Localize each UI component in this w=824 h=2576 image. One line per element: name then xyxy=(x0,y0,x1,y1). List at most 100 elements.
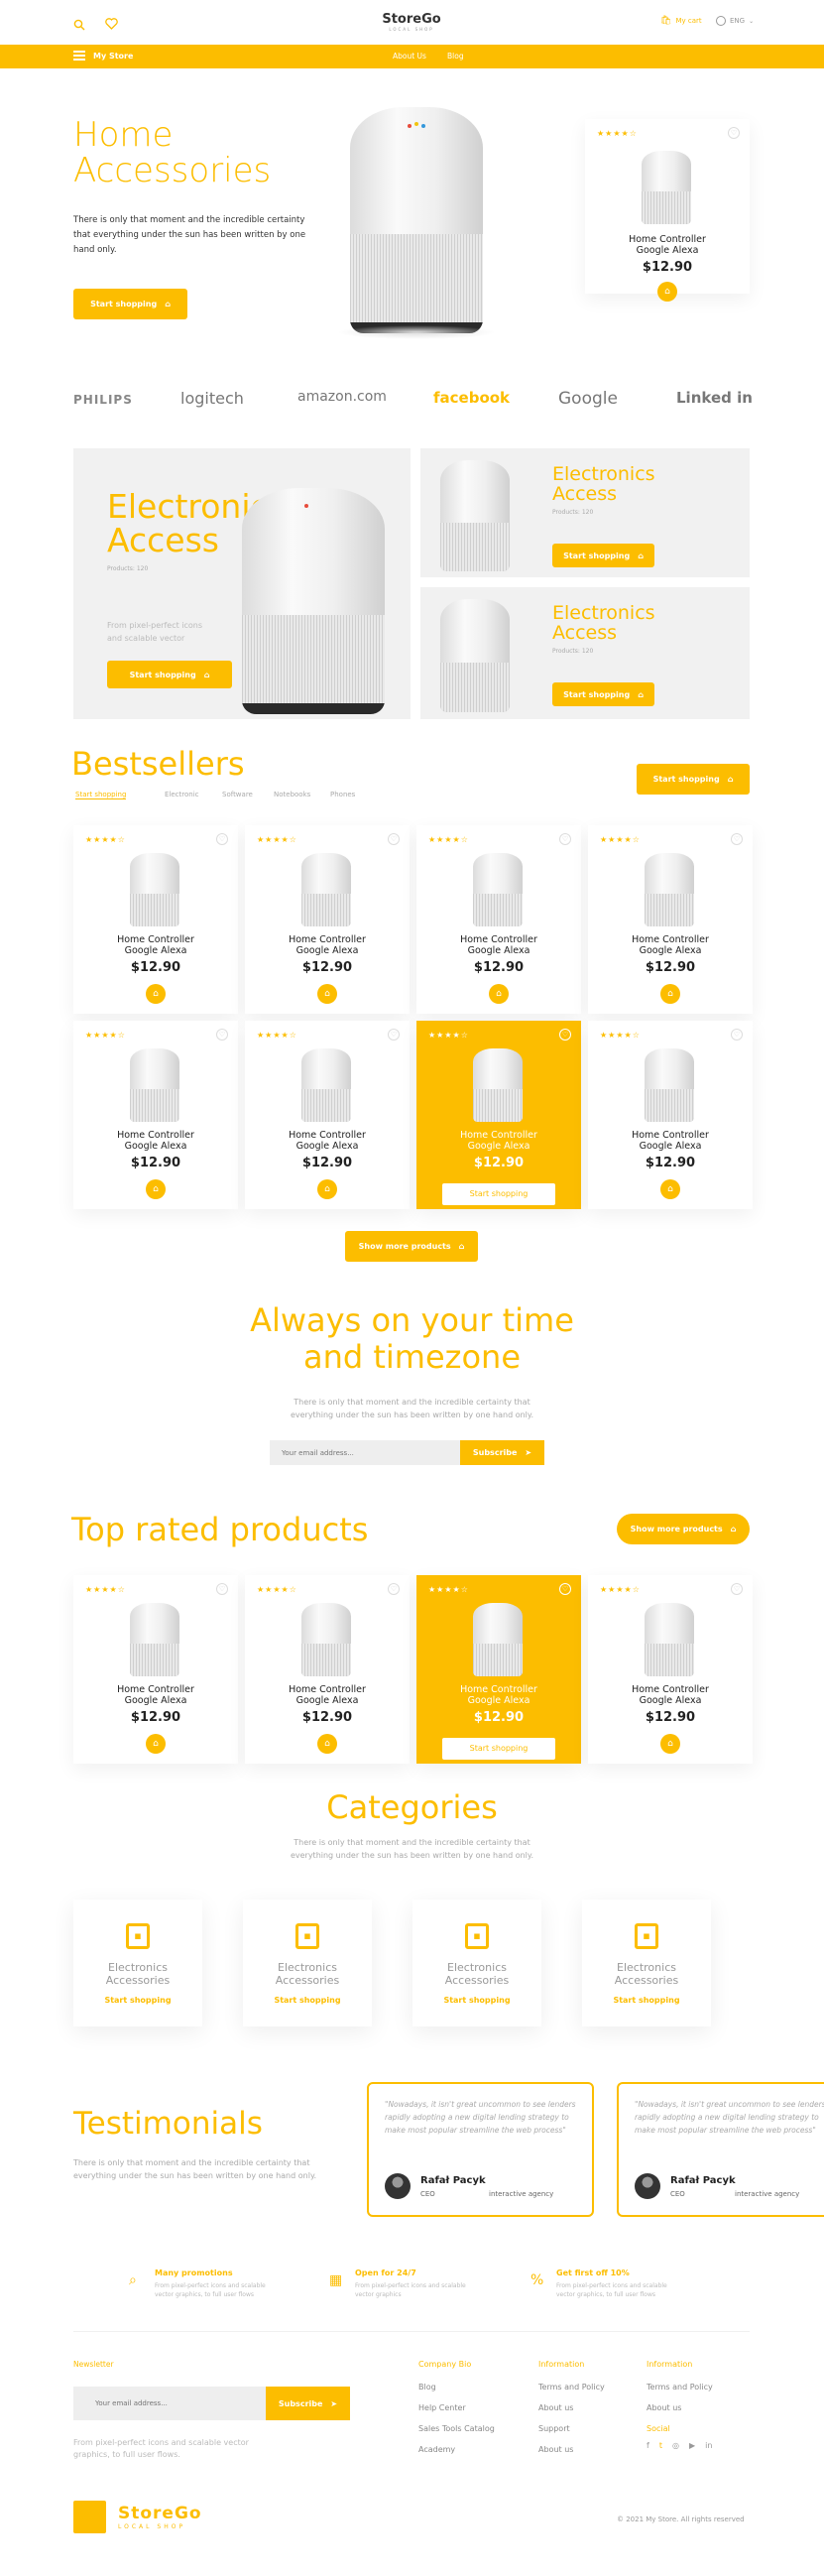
hero-start-shopping-button[interactable]: Start shopping ⌂ xyxy=(73,289,187,319)
add-to-cart-icon[interactable]: ⌂ xyxy=(317,984,337,1004)
category-link[interactable]: Start shopping xyxy=(243,1996,372,2005)
tab-start-shopping[interactable]: Start shopping xyxy=(75,791,127,799)
product-card[interactable]: ★★★★☆ ♡ Home Controller Google Alexa $12.90 ⌂ xyxy=(588,1575,753,1764)
show-more-products-button[interactable]: Show more products ⌂ xyxy=(345,1231,478,1262)
product-card[interactable]: ★★★★☆ ♡ Home Controller Google Alexa $12.90 ⌂ xyxy=(245,1021,410,1209)
product-card[interactable]: ★★★★☆ ♡ Home Controller Google Alexa $12.90 ⌂ xyxy=(73,825,238,1014)
promo-big-button[interactable]: Start shopping ⌂ xyxy=(107,661,232,688)
footer-link[interactable]: About us xyxy=(647,2403,713,2412)
product-card[interactable]: ★★★★☆ ♡ Home Controller Google Alexa $12.90 S… xyxy=(416,1021,581,1209)
my-cart-link[interactable]: 🛍 My cart xyxy=(660,16,702,26)
promo-small-2[interactable]: Electronics Access Products: 120 Start s… xyxy=(420,587,750,719)
testimonials-title: Testimonials xyxy=(73,2106,263,2142)
footer-link[interactable]: Terms and Policy xyxy=(647,2383,713,2392)
favorite-icon[interactable]: ♡ xyxy=(216,833,228,845)
product-image xyxy=(301,1048,351,1122)
add-to-cart-icon[interactable]: ⌂ xyxy=(146,1179,166,1199)
favorite-icon[interactable]: ♡ xyxy=(728,127,740,139)
category-card[interactable]: ▪ Electronics Accessories Start shopping xyxy=(243,1900,372,2026)
footer-link[interactable]: Academy xyxy=(418,2445,495,2454)
tab-electronic[interactable]: Electronic xyxy=(165,791,199,798)
category-link[interactable]: Start shopping xyxy=(73,1996,202,2005)
category-link[interactable]: Start shopping xyxy=(582,1996,711,2005)
add-to-cart-icon[interactable]: ⌂ xyxy=(146,984,166,1004)
menu-button[interactable]: My Store xyxy=(73,51,133,61)
add-to-cart-icon[interactable]: ⌂ xyxy=(657,282,677,302)
footer-link[interactable]: Help Center xyxy=(418,2403,495,2412)
brand-logo[interactable]: StoreGo LOCAL SHOP xyxy=(362,12,461,32)
start-shopping-button[interactable]: Start shopping xyxy=(442,1183,555,1205)
favorite-icon[interactable]: ♡ xyxy=(559,1583,571,1595)
heart-icon[interactable] xyxy=(105,15,118,30)
add-to-cart-icon[interactable]: ⌂ xyxy=(660,1179,680,1199)
tab-notebooks[interactable]: Notebooks xyxy=(274,791,310,798)
favorite-icon[interactable]: ♡ xyxy=(559,1029,571,1041)
promo-small-button[interactable]: Start shopping ⌂ xyxy=(552,544,654,567)
favorite-icon[interactable]: ♡ xyxy=(731,833,743,845)
favorite-icon[interactable]: ♡ xyxy=(731,1583,743,1595)
category-title: Electronics Accessories xyxy=(412,1961,541,1987)
product-name-line1: Home Controller xyxy=(632,934,709,945)
instagram-icon[interactable]: ◎ xyxy=(672,2441,679,2450)
footer-logo[interactable]: StoreGo LOCAL SHOP xyxy=(73,2501,202,2533)
add-to-cart-icon[interactable]: ⌂ xyxy=(489,984,509,1004)
promo-big[interactable]: Electronics Access Products: 120 From pi… xyxy=(73,448,411,719)
category-card[interactable]: ▪ Electronics Accessories Start shopping xyxy=(582,1900,711,2026)
add-to-cart-icon[interactable]: ⌂ xyxy=(317,1179,337,1199)
favorite-icon[interactable]: ♡ xyxy=(559,833,571,845)
product-card[interactable]: ★★★★☆ ♡ Home Controller Google Alexa $12.90 ⌂ xyxy=(416,825,581,1014)
subscribe-button[interactable]: Subscribe ➤ xyxy=(460,1440,544,1465)
product-price: $12.90 xyxy=(130,960,181,975)
footer-link[interactable]: Blog xyxy=(418,2383,495,2392)
promo-small-title-line2: Access xyxy=(552,483,618,505)
twitter-icon[interactable]: t xyxy=(659,2441,662,2450)
tab-software[interactable]: Software xyxy=(222,791,253,798)
facebook-icon[interactable]: f xyxy=(647,2441,649,2450)
start-shopping-button[interactable]: Start shopping xyxy=(442,1738,555,1760)
footer-subscribe-button[interactable]: Subscribe ➤ xyxy=(266,2387,350,2420)
footer-link[interactable]: Sales Tools Catalog xyxy=(418,2424,495,2433)
promo-small-1[interactable]: Electronics Access Products: 120 Start s… xyxy=(420,448,750,577)
add-to-cart-icon[interactable]: ⌂ xyxy=(660,984,680,1004)
footer-link[interactable]: About us xyxy=(538,2445,605,2454)
product-card[interactable]: ★★★★☆ ♡ Home Controller Google Alexa $12.90 ⌂ xyxy=(588,825,753,1014)
favorite-icon[interactable]: ♡ xyxy=(731,1029,743,1041)
footer-link[interactable]: Terms and Policy xyxy=(538,2383,605,2392)
favorite-icon[interactable]: ♡ xyxy=(388,1029,400,1041)
top-rated-show-more-button[interactable]: Show more products ⌂ xyxy=(617,1514,750,1544)
promo-small-button[interactable]: Start shopping ⌂ xyxy=(552,682,654,706)
product-image xyxy=(130,1048,179,1122)
product-card[interactable]: ★★★★☆ ♡ Home Controller Google Alexa $12.90 ⌂ xyxy=(245,825,410,1014)
email-field[interactable] xyxy=(270,1440,460,1465)
favorite-icon[interactable]: ♡ xyxy=(216,1583,228,1595)
add-to-cart-icon[interactable]: ⌂ xyxy=(317,1734,337,1754)
favorite-icon[interactable]: ♡ xyxy=(216,1029,228,1041)
bestsellers-start-shopping-button[interactable]: Start shopping ⌂ xyxy=(637,764,750,795)
nav-link-about[interactable]: About Us xyxy=(393,52,426,61)
add-to-cart-icon[interactable]: ⌂ xyxy=(146,1734,166,1754)
footer-email-field[interactable] xyxy=(73,2387,266,2420)
hero-product-card[interactable]: ★★★★☆ ♡ Home Controller Google Alexa $12.… xyxy=(585,119,750,302)
product-card[interactable]: ★★★★☆ ♡ Home Controller Google Alexa $12.90 ⌂ xyxy=(245,1575,410,1764)
category-card[interactable]: ▪ Electronics Accessories Start shopping xyxy=(73,1900,202,2026)
testimonial-company: interactive agency xyxy=(489,2190,554,2198)
product-card[interactable]: ★★★★☆ ♡ Home Controller Google Alexa $12.90 ⌂ xyxy=(73,1021,238,1209)
youtube-icon[interactable]: ▶ xyxy=(689,2441,695,2450)
product-card[interactable]: ★★★★☆ ♡ Home Controller Google Alexa $12.90 S… xyxy=(416,1575,581,1764)
footer-link[interactable]: Support xyxy=(538,2424,605,2433)
category-card[interactable]: ▪ Electronics Accessories Start shopping xyxy=(412,1900,541,2026)
product-card[interactable]: ★★★★☆ ♡ Home Controller Google Alexa $12.90 ⌂ xyxy=(588,1021,753,1209)
search-icon[interactable] xyxy=(73,16,85,31)
nav-link-blog[interactable]: Blog xyxy=(447,52,464,61)
tab-phones[interactable]: Phones xyxy=(330,791,355,798)
favorite-icon[interactable]: ♡ xyxy=(388,833,400,845)
favorite-icon[interactable]: ♡ xyxy=(388,1583,400,1595)
language-selector[interactable]: ENG ⌄ xyxy=(716,16,754,26)
footer-link[interactable]: About us xyxy=(538,2403,605,2412)
linkedin-icon[interactable]: in xyxy=(705,2441,712,2450)
product-card[interactable]: ★★★★☆ ♡ Home Controller Google Alexa $12.90 ⌂ xyxy=(73,1575,238,1764)
product-price: $12.90 xyxy=(301,1156,353,1170)
product-name: Home Controller Google Alexa xyxy=(588,1130,753,1152)
add-to-cart-icon[interactable]: ⌂ xyxy=(660,1734,680,1754)
category-link[interactable]: Start shopping xyxy=(412,1996,541,2005)
